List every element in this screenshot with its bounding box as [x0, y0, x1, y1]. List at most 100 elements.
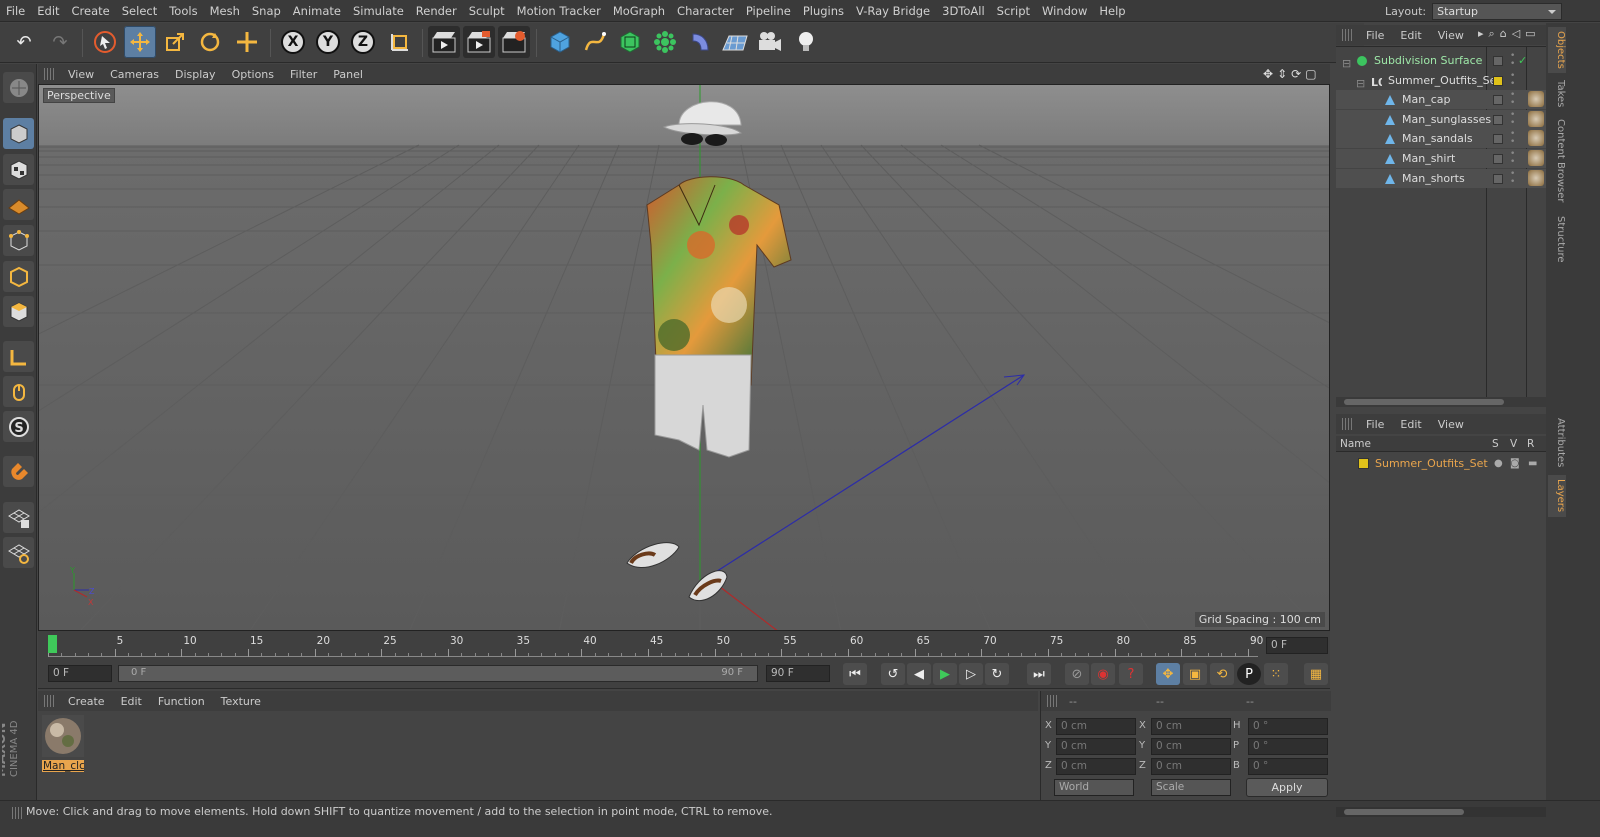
autokeying-icon[interactable]: ◉: [1091, 663, 1115, 685]
previous-frame-icon[interactable]: ◀: [907, 663, 931, 685]
next-frame-icon[interactable]: ▷: [959, 663, 983, 685]
transform-mode-dropdown[interactable]: Scale: [1151, 779, 1231, 796]
coordinate-space-dropdown[interactable]: World: [1054, 779, 1134, 796]
layer-color-swatch[interactable]: [1493, 134, 1503, 145]
cloner-icon[interactable]: [649, 26, 681, 58]
material-menu-edit[interactable]: Edit: [113, 695, 150, 708]
size-field[interactable]: 0 cm: [1151, 738, 1231, 755]
layer-manager-menu-view[interactable]: View: [1430, 418, 1472, 431]
object-row[interactable]: Man_sandals • •: [1336, 129, 1546, 149]
object-row[interactable]: ⊟ L0 Summer_Outfits_Set • •: [1336, 71, 1546, 90]
snapping-icon[interactable]: S: [3, 411, 34, 442]
menu-3dtoall[interactable]: 3DToAll: [936, 0, 991, 22]
object-manager-scrollbar[interactable]: [1336, 397, 1546, 407]
enabled-check-icon[interactable]: ✓: [1518, 51, 1527, 70]
apply-button[interactable]: Apply: [1246, 778, 1328, 797]
panel-grip[interactable]: [44, 695, 54, 707]
object-manager-menu-file[interactable]: File: [1358, 29, 1392, 42]
menu-window[interactable]: Window: [1036, 0, 1093, 22]
visibility-dots-icon[interactable]: • •: [1510, 91, 1515, 108]
rotate-tool-icon[interactable]: [194, 26, 226, 58]
frame-range-slider[interactable]: 0 F 90 F: [118, 665, 758, 682]
menu-create[interactable]: Create: [66, 0, 116, 22]
material-menu-create[interactable]: Create: [60, 695, 113, 708]
perspective-viewport[interactable]: Y Z X Perspective Grid Spacing : 100 cm: [38, 84, 1330, 631]
render-settings-icon[interactable]: [498, 26, 530, 58]
scale-track-icon[interactable]: ▣: [1183, 663, 1207, 685]
texture-mode-icon[interactable]: [3, 154, 34, 185]
visibility-dots-icon[interactable]: • •: [1510, 169, 1515, 186]
layer-color-swatch[interactable]: [1493, 154, 1503, 164]
render-toggle-icon[interactable]: ▬: [1528, 454, 1537, 473]
layer-color-swatch[interactable]: [1358, 458, 1369, 469]
object-manager-menu-edit[interactable]: Edit: [1392, 29, 1429, 42]
menu-mesh[interactable]: Mesh: [204, 0, 246, 22]
object-row[interactable]: Man_shirt • •: [1336, 149, 1546, 168]
material-tag-icon[interactable]: [1528, 110, 1544, 127]
subdivision-surface-icon[interactable]: [614, 26, 646, 58]
material-tag-icon[interactable]: [1528, 130, 1544, 147]
material-swatch[interactable]: Man_clc: [42, 715, 84, 773]
menu-v-ray-bridge[interactable]: V-Ray Bridge: [850, 0, 936, 22]
viewport-menu-cameras[interactable]: Cameras: [102, 68, 167, 81]
layer-manager-menu-file[interactable]: File: [1358, 418, 1392, 431]
enable-snap-icon[interactable]: [3, 456, 34, 487]
render-picture-viewer-icon[interactable]: [463, 26, 495, 58]
menu-snap[interactable]: Snap: [246, 0, 287, 22]
object-manager-menu-view[interactable]: View: [1430, 29, 1472, 42]
material-tag-icon[interactable]: [1528, 150, 1544, 166]
viewport-menu-panel[interactable]: Panel: [325, 68, 371, 81]
workplane-icon[interactable]: [3, 189, 34, 220]
menu-select[interactable]: Select: [116, 0, 163, 22]
z-axis-lock-icon[interactable]: Z: [347, 26, 379, 58]
move-tool-icon[interactable]: [124, 26, 156, 58]
menu-pipeline[interactable]: Pipeline: [740, 0, 797, 22]
position-field[interactable]: 0 cm: [1056, 758, 1136, 775]
material-tag-icon[interactable]: [1528, 91, 1544, 108]
menu-tools[interactable]: Tools: [163, 0, 203, 22]
start-frame-field[interactable]: 0 F: [48, 665, 112, 682]
edges-mode-icon[interactable]: [3, 261, 34, 292]
move-view-icon[interactable]: ✥: [1263, 67, 1273, 81]
layer-row[interactable]: Summer_Outfits_Set ● ◙ ▬: [1336, 454, 1546, 473]
tweak-mode-icon[interactable]: [3, 376, 34, 407]
position-field[interactable]: 0 cm: [1056, 718, 1136, 735]
parameter-track-icon[interactable]: P: [1237, 663, 1261, 685]
visibility-dots-icon[interactable]: • •: [1510, 110, 1515, 127]
home-icon[interactable]: ⌂: [1500, 27, 1507, 43]
layer-color-swatch[interactable]: [1493, 56, 1503, 66]
timeline-playhead[interactable]: [48, 635, 57, 653]
layer-manager-menu-edit[interactable]: Edit: [1392, 418, 1429, 431]
layer-color-swatch[interactable]: [1493, 173, 1503, 184]
visibility-dots-icon[interactable]: • •: [1510, 71, 1515, 88]
visibility-dots-icon[interactable]: • •: [1510, 150, 1515, 167]
object-row[interactable]: Man_sunglasses • •: [1336, 109, 1546, 129]
camera-icon[interactable]: [754, 26, 786, 58]
previous-key-icon[interactable]: ↺: [881, 663, 905, 685]
next-key-icon[interactable]: ↻: [985, 663, 1009, 685]
menu-file[interactable]: File: [0, 0, 31, 22]
record-keys-icon[interactable]: ⊘: [1065, 663, 1089, 685]
panel-grip[interactable]: [1047, 695, 1057, 707]
rotation-field[interactable]: 0 °: [1248, 758, 1328, 775]
tab-structure[interactable]: Structure: [1548, 211, 1566, 267]
panel-grip[interactable]: [1342, 418, 1352, 430]
make-editable-icon[interactable]: [3, 72, 34, 103]
zoom-view-icon[interactable]: ⇕: [1277, 67, 1287, 81]
point-level-animation-icon[interactable]: ⁙: [1264, 663, 1288, 685]
bottom-scrollbar[interactable]: [1336, 807, 1546, 817]
go-to-end-icon[interactable]: ⏭: [1027, 663, 1051, 685]
size-field[interactable]: 0 cm: [1151, 718, 1231, 735]
menu-render[interactable]: Render: [410, 0, 463, 22]
rotation-field[interactable]: 0 °: [1248, 718, 1328, 735]
viewport-menu-filter[interactable]: Filter: [282, 68, 325, 81]
menu-help[interactable]: Help: [1093, 0, 1131, 22]
undo-icon[interactable]: ↶: [8, 26, 40, 58]
menu-motion-tracker[interactable]: Motion Tracker: [511, 0, 607, 22]
object-row[interactable]: ⊟ Subdivision Surface • • ✓: [1336, 51, 1546, 71]
coordinate-system-icon[interactable]: [384, 26, 416, 58]
panel-grip[interactable]: [1342, 29, 1352, 41]
render-view-icon[interactable]: [428, 26, 460, 58]
layer-color-swatch[interactable]: [1493, 75, 1503, 86]
object-row[interactable]: Man_shorts • •: [1336, 168, 1546, 188]
